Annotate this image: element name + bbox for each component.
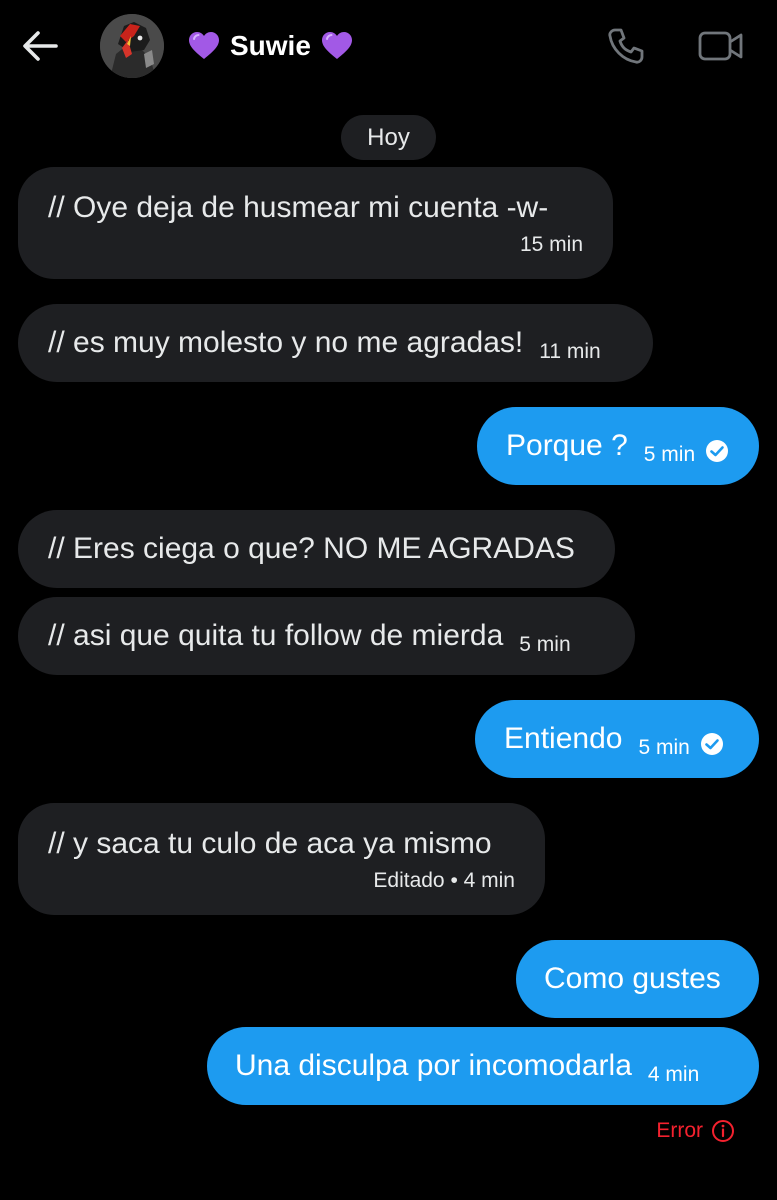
error-label: Error xyxy=(656,1119,703,1142)
message-bubble-incoming[interactable]: // Oye deja de husmear mi cuenta -w- 15 … xyxy=(18,167,613,279)
chat-header: Suwie xyxy=(0,0,777,95)
purple-heart-icon xyxy=(189,32,219,59)
message-text: // es muy molesto y no me agradas! xyxy=(48,326,524,359)
avatar[interactable] xyxy=(100,14,164,78)
back-button[interactable] xyxy=(20,28,60,64)
read-check-icon xyxy=(700,733,723,755)
video-camera-icon xyxy=(698,31,743,61)
message-edited-time: Editado • 4 min xyxy=(373,869,515,892)
message-text: // Oye deja de husmear mi cuenta -w- xyxy=(48,191,549,224)
message-text: Porque ? xyxy=(506,429,628,462)
message-bubble-outgoing[interactable]: Una disculpa por incomodarla 4 min xyxy=(207,1027,759,1105)
message-bubble-outgoing[interactable]: Entiendo 5 min xyxy=(475,700,759,778)
message-text: // Eres ciega o que? NO ME AGRADAS xyxy=(48,532,575,565)
message-text: // y saca tu culo de aca ya mismo xyxy=(48,827,492,860)
message-time: 5 min xyxy=(638,736,690,759)
message-time: 4 min xyxy=(647,1063,700,1086)
arrow-left-icon xyxy=(23,31,58,61)
purple-heart-icon xyxy=(321,32,352,59)
message-text: // asi que quita tu follow de mierda xyxy=(48,619,504,652)
message-time: 5 min xyxy=(643,443,696,466)
video-call-button[interactable] xyxy=(698,28,744,64)
read-check-icon xyxy=(706,440,729,462)
message-time: 11 min xyxy=(539,340,601,363)
message-bubble-incoming[interactable]: // asi que quita tu follow de mierda 5 mi… xyxy=(18,597,635,675)
message-bubble-outgoing[interactable]: Como gustes xyxy=(516,940,759,1018)
message-bubble-incoming[interactable]: // Eres ciega o que? NO ME AGRADAS xyxy=(18,510,615,588)
message-bubble-incoming[interactable]: // es muy molesto y no me agradas! 11 min xyxy=(18,304,653,382)
message-time: 5 min xyxy=(519,633,571,656)
message-time: 15 min xyxy=(519,233,583,256)
call-button[interactable] xyxy=(606,26,646,66)
info-circle-icon xyxy=(712,1120,734,1142)
message-text: Como gustes xyxy=(544,962,721,995)
date-separator-label: Hoy xyxy=(367,123,410,151)
date-separator: Hoy xyxy=(341,115,436,160)
message-bubble-incoming[interactable]: // y saca tu culo de aca ya mismo Editad… xyxy=(18,803,545,915)
contact-name-button[interactable]: Suwie xyxy=(188,26,353,66)
avatar-image xyxy=(100,14,164,78)
contact-name: Suwie xyxy=(230,30,311,61)
message-bubble-outgoing[interactable]: Porque ? 5 min xyxy=(477,407,759,485)
phone-icon xyxy=(608,28,644,64)
message-text: Entiendo xyxy=(504,722,623,755)
message-text: Una disculpa por incomodarla xyxy=(235,1049,632,1082)
send-error-status[interactable]: Error xyxy=(656,1118,735,1144)
